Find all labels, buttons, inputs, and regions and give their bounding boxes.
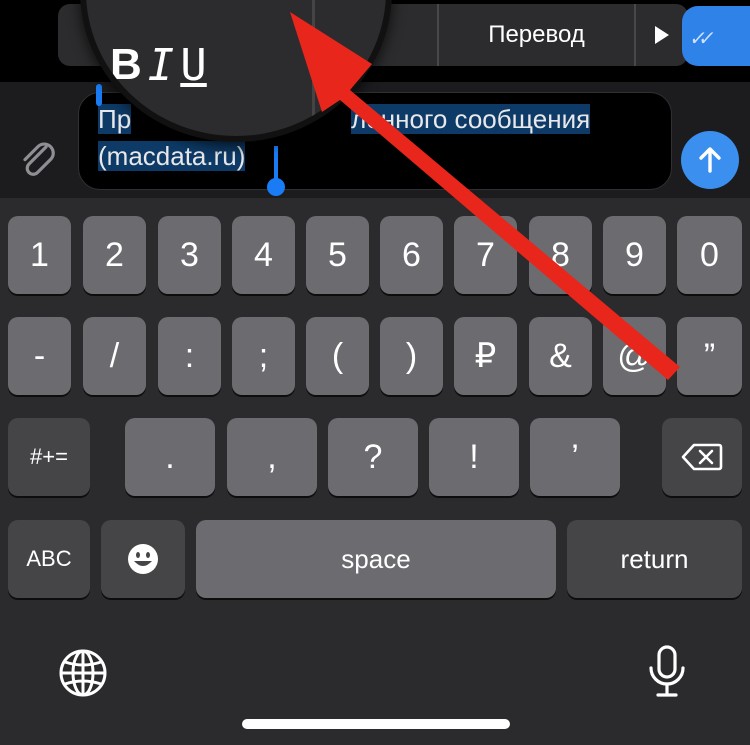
key-period[interactable]: .	[125, 418, 215, 496]
key-8[interactable]: 8	[529, 216, 592, 294]
keyboard: 1 2 3 4 5 6 7 8 9 0 - / : ; ( ) ₽ & @ ” …	[0, 198, 750, 745]
selection-end-bar	[274, 146, 278, 182]
key-5[interactable]: 5	[306, 216, 369, 294]
key-symbols-toggle[interactable]: #+=	[8, 418, 90, 496]
delete-key[interactable]	[662, 418, 742, 496]
key-0[interactable]: 0	[677, 216, 742, 294]
emoji-key[interactable]	[101, 520, 185, 598]
home-indicator[interactable]	[242, 719, 510, 729]
key-4[interactable]: 4	[232, 216, 295, 294]
key-6[interactable]: 6	[380, 216, 443, 294]
selection-start-handle[interactable]	[96, 84, 102, 106]
smiley-icon	[128, 544, 158, 574]
paperclip-icon[interactable]	[16, 137, 60, 181]
microphone-icon[interactable]	[646, 644, 688, 700]
space-key[interactable]: space	[196, 520, 556, 598]
key-at[interactable]: @	[603, 317, 666, 395]
triangle-right-icon	[655, 26, 670, 44]
selected-text: Пр	[98, 104, 132, 134]
selected-text: (macdata.ru)	[98, 141, 246, 171]
key-semicolon[interactable]: ;	[232, 317, 295, 395]
bold-option[interactable]: B	[110, 40, 142, 91]
send-button[interactable]	[681, 131, 739, 189]
backspace-icon	[681, 443, 723, 471]
menu-separator	[312, 0, 315, 136]
selection-end-handle[interactable]	[267, 178, 285, 196]
key-comma[interactable]: ,	[227, 418, 317, 496]
key-hyphen[interactable]: -	[8, 317, 71, 395]
key-3[interactable]: 3	[158, 216, 221, 294]
menu-item-translate[interactable]: Перевод	[439, 4, 634, 66]
key-9[interactable]: 9	[603, 216, 666, 294]
key-1[interactable]: 1	[8, 216, 71, 294]
key-apostrophe[interactable]: ’	[530, 418, 620, 496]
read-checkmarks-icon: ✓✓	[687, 28, 710, 50]
key-ampersand[interactable]: &	[529, 317, 592, 395]
underline-option[interactable]: U	[180, 40, 207, 91]
key-paren-open[interactable]: (	[306, 317, 369, 395]
key-abc-toggle[interactable]: ABC	[8, 520, 90, 598]
key-quote[interactable]: ”	[677, 317, 742, 395]
selected-text: ленного сообщения	[351, 104, 591, 134]
format-options[interactable]: B I U	[110, 40, 207, 91]
key-exclamation[interactable]: !	[429, 418, 519, 496]
sent-message-bubble[interactable]: ✓✓	[682, 6, 750, 66]
key-ruble[interactable]: ₽	[454, 317, 517, 395]
key-7[interactable]: 7	[454, 216, 517, 294]
menu-more-button[interactable]	[636, 4, 688, 66]
return-key[interactable]: return	[567, 520, 742, 598]
key-2[interactable]: 2	[83, 216, 146, 294]
italic-option[interactable]: I	[148, 40, 175, 91]
globe-icon[interactable]	[58, 648, 108, 698]
key-paren-close[interactable]: )	[380, 317, 443, 395]
key-slash[interactable]: /	[83, 317, 146, 395]
arrow-up-icon	[699, 147, 721, 173]
key-question[interactable]: ?	[328, 418, 418, 496]
key-colon[interactable]: :	[158, 317, 221, 395]
